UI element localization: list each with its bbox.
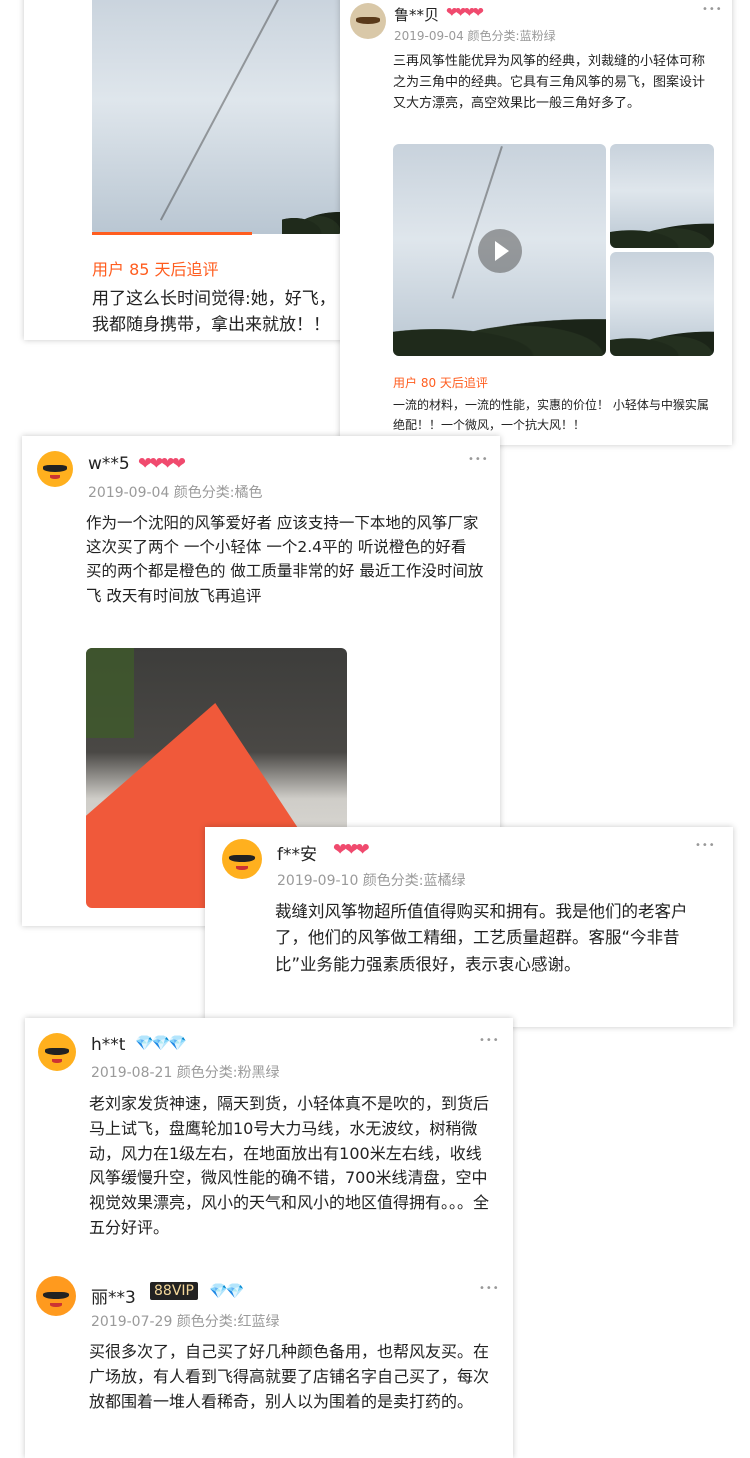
avatar[interactable] <box>37 451 73 487</box>
followup-text-line2: 我都随身携带，拿出来就放！！ <box>92 315 330 335</box>
review-video-thumbnail[interactable] <box>393 144 606 356</box>
reputation-hearts-icon: ❤❤❤❤ <box>446 5 484 21</box>
review-date-color: 2019-08-21 颜色分类:粉黑绿 <box>91 1065 280 1081</box>
review-card-4: f**安 ❤❤❤ ••• 2019-09-10 颜色分类:蓝橘绿 裁缝刘风筝物超… <box>205 827 733 1027</box>
review-photo-2[interactable] <box>610 144 714 248</box>
kite-string <box>159 0 284 221</box>
review-photo-sky[interactable] <box>92 0 342 234</box>
reputation-hearts-icon: ❤❤❤ <box>333 840 370 860</box>
vip-badge: 88VIP <box>150 1282 198 1300</box>
avatar[interactable] <box>350 3 386 39</box>
avatar[interactable] <box>38 1033 76 1071</box>
more-options-icon[interactable]: ••• <box>702 4 723 15</box>
reputation-diamonds-icon: 💎💎 <box>209 1282 244 1300</box>
review-date-color: 2019-07-29 颜色分类:红蓝绿 <box>91 1314 280 1330</box>
followup-label: 用户 85 天后追评 <box>92 260 219 279</box>
review-card-1: 用户 85 天后追评 用了这么长时间觉得:她，好飞， 我都随身携带，拿出来就放！… <box>24 0 354 340</box>
followup-text-line1: 用了这么长时间觉得:她，好飞， <box>92 289 336 309</box>
tree-silhouette <box>610 216 714 248</box>
play-icon[interactable] <box>478 229 522 273</box>
reviewer-name: 鲁**贝 <box>394 6 440 24</box>
reviewer-name: h**t <box>91 1035 126 1055</box>
reputation-diamonds-icon: 💎💎💎 <box>135 1034 187 1052</box>
kite-string <box>451 146 503 299</box>
review-date-color: 2019-09-10 颜色分类:蓝橘绿 <box>277 873 466 889</box>
reputation-hearts-icon: ❤❤❤❤ <box>138 454 186 474</box>
tree-silhouette <box>393 309 606 356</box>
review-text: 老刘家发货神速，隔天到货，小轻体真不是吹的，到货后马上试飞，盘鹰轮加10号大力马… <box>89 1094 490 1237</box>
followup-text: 一流的材料，一流的性能，实惠的价位！ 小轻体与中猴实属绝配！！一个微风，一个抗大… <box>393 398 709 432</box>
review-text: 作为一个沈阳的风筝爱好者 应该支持一下本地的风筝厂家 这次买了两个 一个小轻体 … <box>86 514 484 605</box>
review-text: 三再风筝性能优异为风筝的经典，刘裁缝的小轻体可称之为三角中的经典。它具有三角风筝… <box>393 54 706 111</box>
reviewer-name: f**安 <box>277 845 317 865</box>
reviewer-name: w**5 <box>88 454 130 474</box>
avatar[interactable] <box>36 1276 76 1316</box>
review-card-5: h**t 💎💎💎 ••• 2019-08-21 颜色分类:粉黑绿 老刘家发货神速… <box>25 1018 513 1458</box>
reviewer-name: 丽**3 <box>91 1288 136 1308</box>
photo-progress-bar <box>92 232 252 235</box>
tree-silhouette <box>282 206 342 234</box>
more-options-icon[interactable]: ••• <box>479 1283 500 1294</box>
followup-label: 用户 80 天后追评 <box>393 376 488 390</box>
tree-silhouette <box>610 324 714 356</box>
more-options-icon[interactable]: ••• <box>479 1035 500 1046</box>
more-options-icon[interactable]: ••• <box>468 454 489 465</box>
avatar[interactable] <box>222 839 262 879</box>
plant <box>86 648 134 738</box>
review-card-2: 鲁**贝 ❤❤❤❤ ••• 2019-09-04 颜色分类:蓝粉绿 三再风筝性能… <box>340 0 732 445</box>
review-photo-3[interactable] <box>610 252 714 356</box>
more-options-icon[interactable]: ••• <box>695 840 716 851</box>
review-date-color: 2019-09-04 颜色分类:蓝粉绿 <box>394 29 556 43</box>
review-date-color: 2019-09-04 颜色分类:橘色 <box>88 485 263 501</box>
review-text: 买很多次了，自己买了好几种颜色备用，也帮风友买。在广场放，有人看到飞得高就要了店… <box>89 1342 490 1411</box>
review-text: 裁缝刘风筝物超所值值得购买和拥有。我是他们的老客户了，他们的风筝做工精细，工艺质… <box>275 902 688 974</box>
